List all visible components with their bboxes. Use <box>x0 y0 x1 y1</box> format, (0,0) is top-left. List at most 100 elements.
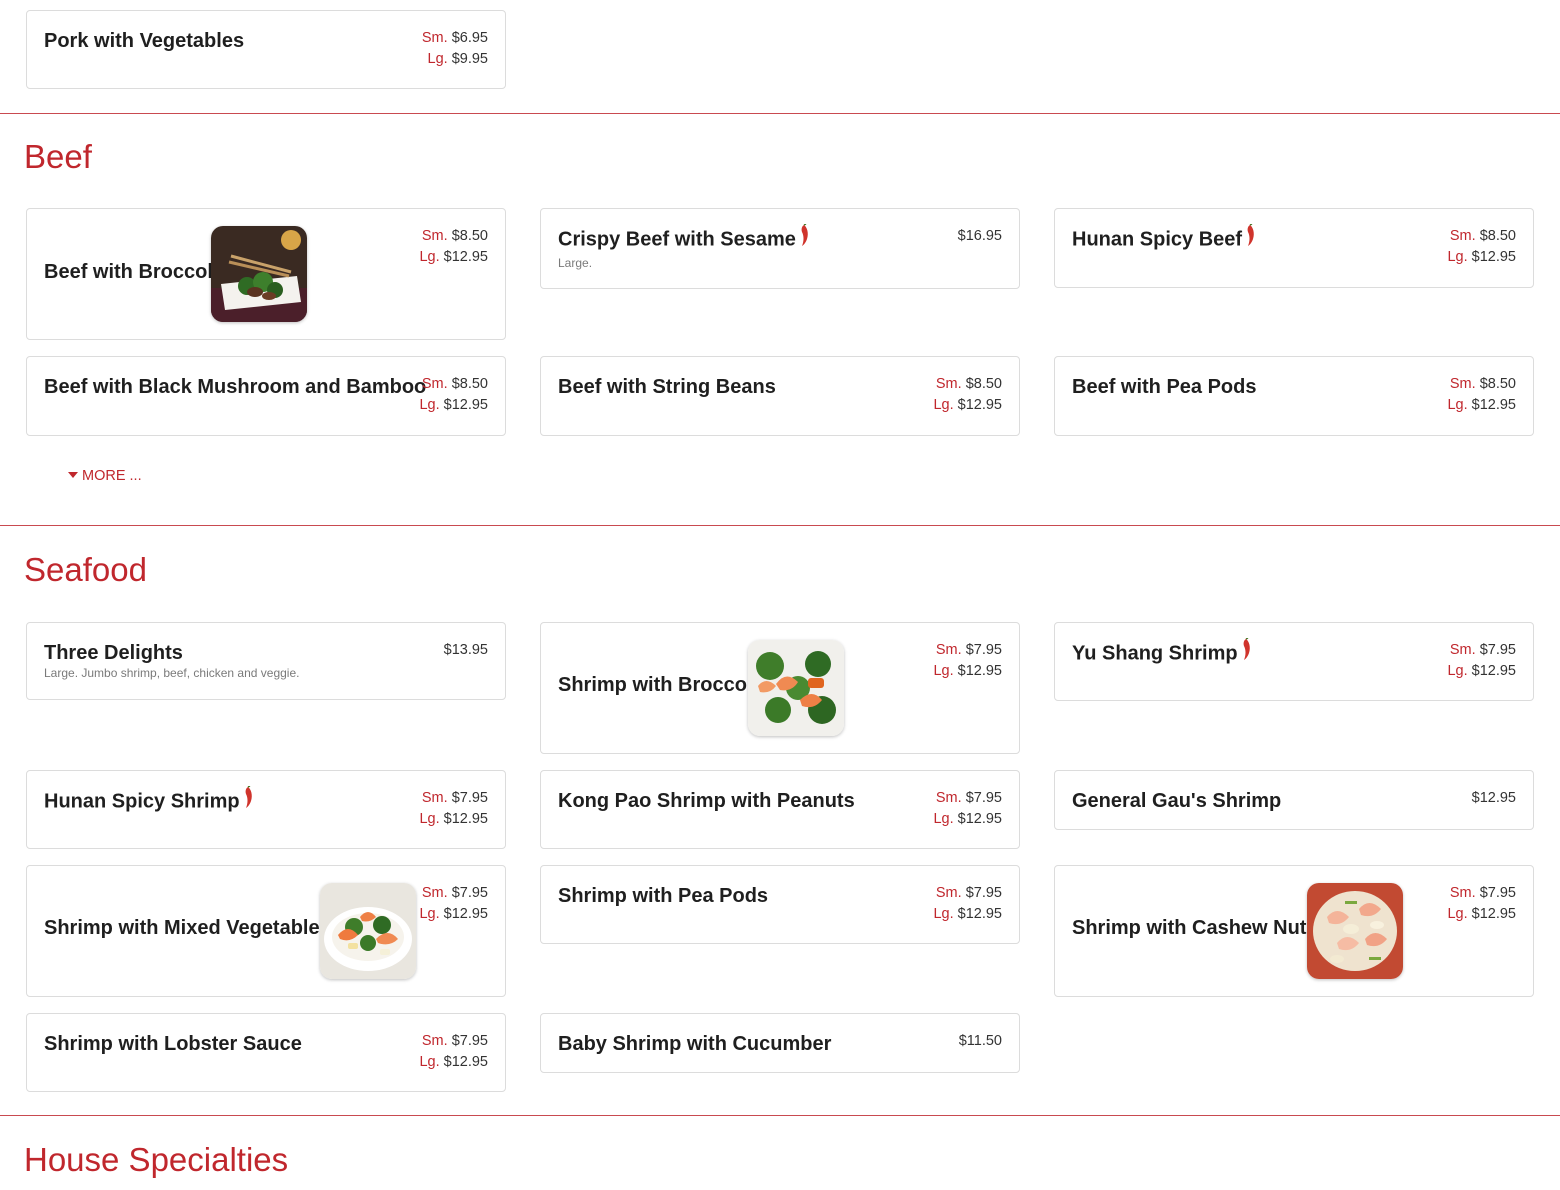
item-prices: Sm. $8.50 Lg. $12.95 <box>1447 226 1516 268</box>
size-label-large: Lg. <box>419 249 440 265</box>
price-small: $7.95 <box>451 885 488 901</box>
item-prices: Sm. $8.50 Lg. $12.95 <box>419 374 488 416</box>
size-label-large: Lg. <box>933 906 954 922</box>
menu-item-card[interactable]: Shrimp with Mixed Vegetables Sm. $7.95 L… <box>26 865 506 997</box>
menu-item-card[interactable]: Crispy Beef with Sesame Large. $16.95 <box>540 208 1020 289</box>
menu-item-card[interactable]: Kong Pao Shrimp with Peanuts Sm. $7.95 L… <box>540 770 1020 849</box>
price-large: $12.95 <box>443 397 488 413</box>
menu-item-card[interactable]: Three Delights Large. Jumbo shrimp, beef… <box>26 622 506 700</box>
item-prices: Sm. $7.95 Lg. $12.95 <box>419 788 488 830</box>
price-small: $7.95 <box>965 642 1002 658</box>
spicy-chili-icon <box>800 223 810 252</box>
section-divider <box>0 525 1560 526</box>
price-small: $7.95 <box>965 885 1002 901</box>
menu-item-card[interactable]: Beef with String Beans Sm. $8.50 Lg. $12… <box>540 356 1020 436</box>
price-large: $12.95 <box>957 663 1002 679</box>
item-prices: Sm. $8.50 Lg. $12.95 <box>933 374 1002 416</box>
section-title-seafood: Seafood <box>24 551 147 588</box>
menu-item-card[interactable]: Pork with Vegetables Sm. $6.95 Lg. $9.95 <box>26 10 506 89</box>
item-name: Beef with Black Mushroom and Bamboo <box>44 376 427 398</box>
item-name: Crispy Beef with Sesame <box>558 223 810 252</box>
menu-item-card[interactable]: Baby Shrimp with Cucumber $11.50 <box>540 1013 1020 1073</box>
item-description: Large. Jumbo shrimp, beef, chicken and v… <box>44 666 300 680</box>
price-small: $7.95 <box>451 790 488 806</box>
price-large: $9.95 <box>451 51 488 67</box>
section-divider <box>0 113 1560 114</box>
item-name: Three Delights <box>44 642 183 664</box>
beef-broccoli-photo[interactable] <box>211 226 307 322</box>
spicy-chili-icon <box>1242 637 1252 666</box>
size-label-small: Sm. <box>1449 376 1476 392</box>
menu-item-card[interactable]: Yu Shang Shrimp Sm. $7.95 Lg. $12.95 <box>1054 622 1534 701</box>
menu-item-card[interactable]: Shrimp with Lobster Sauce Sm. $7.95 Lg. … <box>26 1013 506 1092</box>
item-description: Large. <box>558 256 593 270</box>
price-large: $12.95 <box>443 811 488 827</box>
section-title-house-specialties: House Specialties <box>24 1141 289 1178</box>
price-small: $7.95 <box>965 790 1002 806</box>
price-single: $12.95 <box>1471 790 1516 806</box>
price-large: $12.95 <box>957 811 1002 827</box>
item-name-text: Hunan Spicy Shrimp <box>44 790 240 813</box>
caret-down-icon <box>68 471 78 478</box>
shrimp-mixed-vegetables-photo[interactable] <box>320 883 416 979</box>
price-small: $8.50 <box>1479 376 1516 392</box>
item-prices: Sm. $7.95 Lg. $12.95 <box>933 883 1002 925</box>
item-prices: $11.50 <box>959 1031 1002 1052</box>
menu-item-card[interactable]: Beef with Broccoli Sm. $8.50 Lg. $12.95 <box>26 208 506 340</box>
size-label-small: Sm. <box>421 228 448 244</box>
item-prices: Sm. $7.95 Lg. $12.95 <box>1447 883 1516 925</box>
size-label-large: Lg. <box>1447 663 1468 679</box>
size-label-large: Lg. <box>427 51 448 67</box>
item-name: Shrimp with Broccoli <box>558 674 759 696</box>
item-prices: Sm. $7.95 Lg. $12.95 <box>419 883 488 925</box>
item-name: Yu Shang Shrimp <box>1072 637 1252 666</box>
item-name: Kong Pao Shrimp with Peanuts <box>558 790 855 812</box>
menu-item-card[interactable]: Shrimp with Cashew Nuts Sm. $7.95 Lg. $1… <box>1054 865 1534 997</box>
size-label-small: Sm. <box>421 1033 448 1049</box>
price-large: $12.95 <box>443 906 488 922</box>
shrimp-cashew-photo[interactable] <box>1307 883 1403 979</box>
size-label-large: Lg. <box>1447 906 1468 922</box>
price-large: $12.95 <box>443 1054 488 1070</box>
menu-item-card[interactable]: Beef with Black Mushroom and Bamboo Sm. … <box>26 356 506 436</box>
size-label-small: Sm. <box>1449 228 1476 244</box>
item-prices: Sm. $8.50 Lg. $12.95 <box>419 226 488 268</box>
item-name-text: Hunan Spicy Beef <box>1072 228 1243 251</box>
size-label-large: Lg. <box>933 663 954 679</box>
item-name: Pork with Vegetables <box>44 30 245 52</box>
more-button[interactable]: MORE ... <box>68 468 142 484</box>
price-large: $12.95 <box>957 906 1002 922</box>
price-small: $8.50 <box>451 376 488 392</box>
size-label-large: Lg. <box>419 811 440 827</box>
menu-item-card[interactable]: Beef with Pea Pods Sm. $8.50 Lg. $12.95 <box>1054 356 1534 436</box>
item-prices: $16.95 <box>958 226 1002 247</box>
price-large: $12.95 <box>1471 663 1516 679</box>
menu-item-card[interactable]: Hunan Spicy Beef Sm. $8.50 Lg. $12.95 <box>1054 208 1534 288</box>
item-name: Shrimp with Cashew Nuts <box>1072 917 1318 939</box>
menu-item-card[interactable]: General Gau's Shrimp $12.95 <box>1054 770 1534 830</box>
section-title-beef: Beef <box>24 138 92 175</box>
size-label-small: Sm. <box>935 885 962 901</box>
size-label-small: Sm. <box>935 642 962 658</box>
section-divider <box>0 1115 1560 1116</box>
size-label-small: Sm. <box>421 376 448 392</box>
price-large: $12.95 <box>1471 249 1516 265</box>
price-large: $12.95 <box>443 249 488 265</box>
shrimp-broccoli-photo[interactable] <box>748 640 844 736</box>
menu-item-card[interactable]: Hunan Spicy Shrimp Sm. $7.95 Lg. $12.95 <box>26 770 506 849</box>
item-prices: $13.95 <box>444 640 488 661</box>
size-label-small: Sm. <box>421 790 448 806</box>
price-large: $12.95 <box>957 397 1002 413</box>
menu-item-card[interactable]: Shrimp with Broccoli Sm. $7.95 Lg. $12.9… <box>540 622 1020 754</box>
item-name: Beef with Broccoli <box>44 261 219 283</box>
item-name: General Gau's Shrimp <box>1072 790 1282 812</box>
price-small: $8.50 <box>965 376 1002 392</box>
size-label-large: Lg. <box>933 811 954 827</box>
menu-item-card[interactable]: Shrimp with Pea Pods Sm. $7.95 Lg. $12.9… <box>540 865 1020 944</box>
size-label-large: Lg. <box>419 906 440 922</box>
size-label-small: Sm. <box>421 885 448 901</box>
item-prices: Sm. $7.95 Lg. $12.95 <box>419 1031 488 1073</box>
item-name: Shrimp with Mixed Vegetables <box>44 917 331 939</box>
item-prices: Sm. $8.50 Lg. $12.95 <box>1447 374 1516 416</box>
item-name: Shrimp with Lobster Sauce <box>44 1033 302 1055</box>
